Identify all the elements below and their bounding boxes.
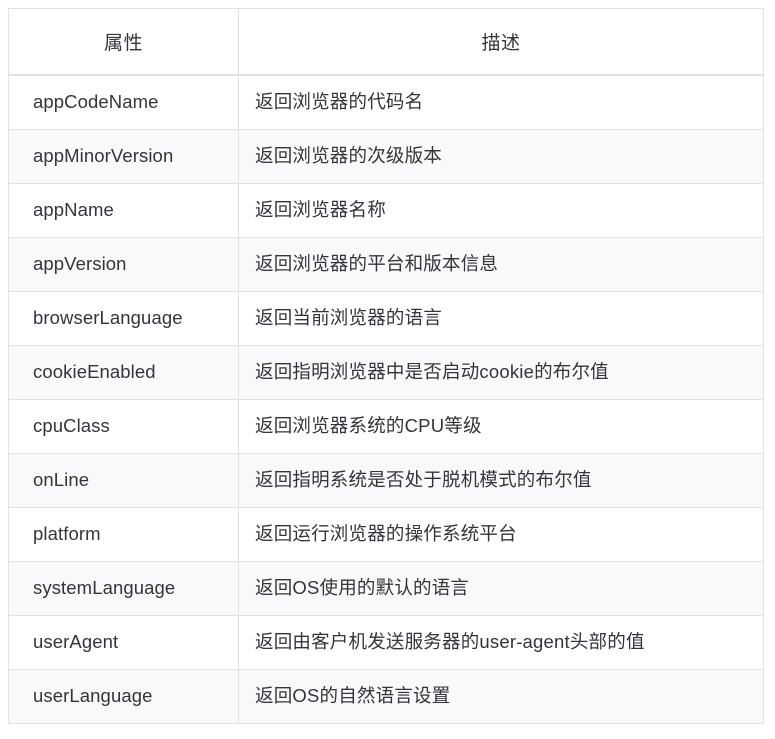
table-row: onLine 返回指明系统是否处于脱机模式的布尔值 <box>8 453 764 508</box>
table-row: cpuClass 返回浏览器系统的CPU等级 <box>8 399 764 454</box>
cell-description: 返回浏览器名称 <box>238 183 764 238</box>
table-row: appVersion 返回浏览器的平台和版本信息 <box>8 237 764 292</box>
cell-description: 返回指明浏览器中是否启动cookie的布尔值 <box>238 345 764 400</box>
table-row: userAgent 返回由客户机发送服务器的user-agent头部的值 <box>8 615 764 670</box>
cell-description: 返回浏览器的次级版本 <box>238 129 764 184</box>
cell-attribute: appCodeName <box>8 74 239 130</box>
table-row: systemLanguage 返回OS使用的默认的语言 <box>8 561 764 616</box>
cell-attribute: systemLanguage <box>8 561 239 616</box>
cell-description: 返回OS使用的默认的语言 <box>238 561 764 616</box>
column-header-attribute: 属性 <box>8 8 239 76</box>
cell-description: 返回指明系统是否处于脱机模式的布尔值 <box>238 453 764 508</box>
cell-description: 返回浏览器系统的CPU等级 <box>238 399 764 454</box>
cell-attribute: appVersion <box>8 237 239 292</box>
table-header-row: 属性 描述 <box>8 8 764 76</box>
properties-table-container: 属性 描述 appCodeName 返回浏览器的代码名 appMinorVersio… <box>8 8 764 724</box>
table-body: appCodeName 返回浏览器的代码名 appMinorVersion 返回浏览器… <box>8 74 764 724</box>
table-row: appMinorVersion 返回浏览器的次级版本 <box>8 129 764 184</box>
cell-description: 返回由客户机发送服务器的user-agent头部的值 <box>238 615 764 670</box>
table-header: 属性 描述 <box>8 8 764 76</box>
table-row: platform 返回运行浏览器的操作系统平台 <box>8 507 764 562</box>
table-row: appCodeName 返回浏览器的代码名 <box>8 74 764 130</box>
cell-attribute: onLine <box>8 453 239 508</box>
browser-navigator-properties-table: 属性 描述 appCodeName 返回浏览器的代码名 appMinorVersio… <box>8 8 764 724</box>
cell-attribute: appName <box>8 183 239 238</box>
cell-attribute: browserLanguage <box>8 291 239 346</box>
cell-description: 返回OS的自然语言设置 <box>238 669 764 724</box>
cell-attribute: userAgent <box>8 615 239 670</box>
cell-description: 返回当前浏览器的语言 <box>238 291 764 346</box>
cell-attribute: userLanguage <box>8 669 239 724</box>
cell-description: 返回浏览器的平台和版本信息 <box>238 237 764 292</box>
cell-description: 返回浏览器的代码名 <box>238 74 764 130</box>
table-row: browserLanguage 返回当前浏览器的语言 <box>8 291 764 346</box>
column-header-description: 描述 <box>238 8 764 76</box>
cell-attribute: appMinorVersion <box>8 129 239 184</box>
table-row: appName 返回浏览器名称 <box>8 183 764 238</box>
table-row: cookieEnabled 返回指明浏览器中是否启动cookie的布尔值 <box>8 345 764 400</box>
table-row: userLanguage 返回OS的自然语言设置 <box>8 669 764 724</box>
cell-attribute: cookieEnabled <box>8 345 239 400</box>
cell-attribute: platform <box>8 507 239 562</box>
cell-attribute: cpuClass <box>8 399 239 454</box>
cell-description: 返回运行浏览器的操作系统平台 <box>238 507 764 562</box>
